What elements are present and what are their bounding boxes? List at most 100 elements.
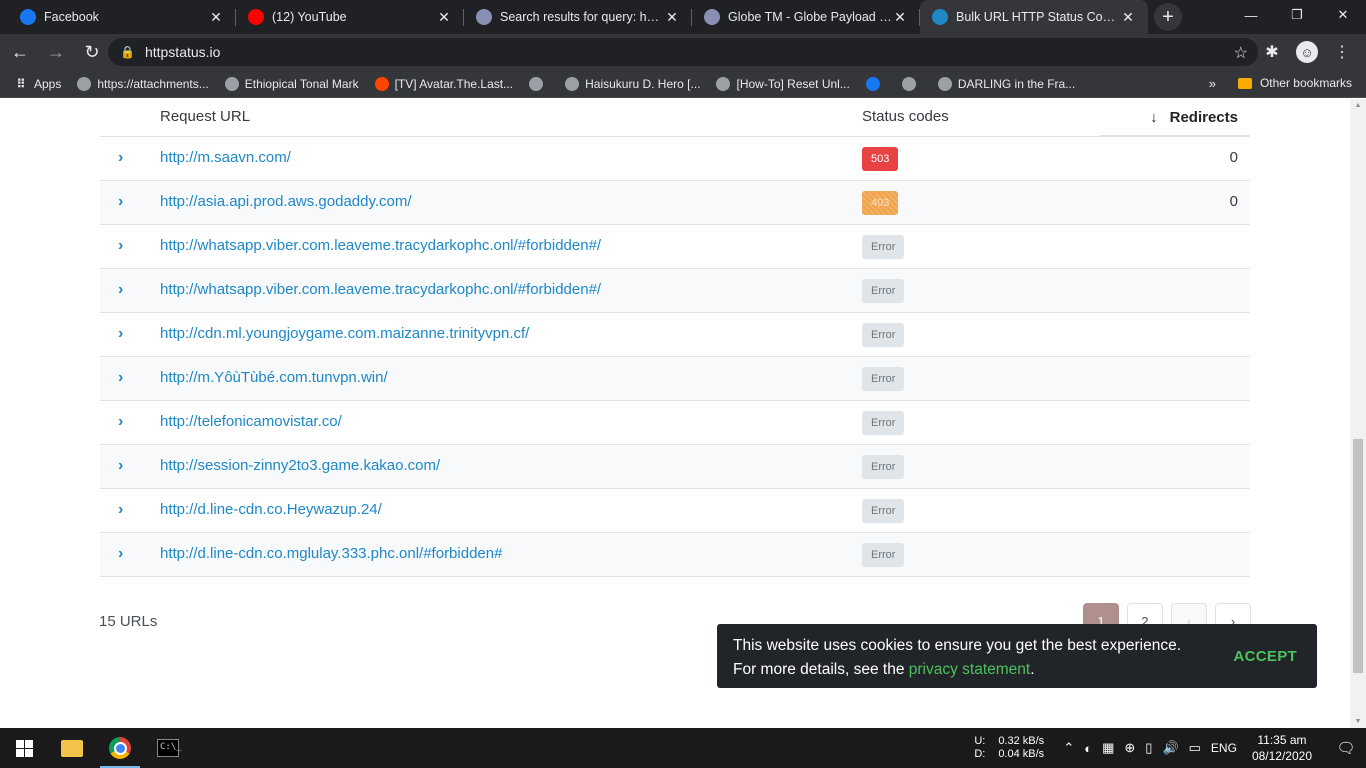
reload-button[interactable]: ↻ — [76, 36, 108, 68]
chevron-right-icon[interactable]: › — [118, 501, 123, 519]
browser-tab[interactable]: (12) YouTube ✕ — [236, 0, 464, 34]
extensions-icon[interactable]: ✱ — [1258, 38, 1286, 66]
notifications-icon[interactable]: 🗨 — [1326, 739, 1366, 757]
bookmark-item[interactable]: ⠿ Apps — [14, 77, 62, 91]
request-url-link[interactable]: http://m.YôùTùbé.com.tunvpn.win/ — [160, 369, 388, 386]
request-url-link[interactable]: http://whatsapp.viber.com.leaveme.tracyd… — [160, 237, 601, 254]
request-url-link[interactable]: http://m.saavn.com/ — [160, 149, 291, 166]
table-row[interactable]: › http://m.YôùTùbé.com.tunvpn.win/Error — [100, 357, 1250, 401]
bookmark-item[interactable]: [How-To] Reset Unl... — [716, 76, 850, 91]
header-redirects[interactable]: ↓ Redirects — [1100, 99, 1250, 137]
other-bookmarks[interactable]: Other bookmarks — [1237, 76, 1352, 90]
taskbar-file-explorer[interactable] — [48, 728, 96, 768]
windows-logo-icon — [15, 739, 33, 757]
close-tab-icon[interactable]: ✕ — [892, 9, 908, 26]
chevron-right-icon[interactable]: › — [118, 149, 123, 167]
browser-tab[interactable]: Facebook ✕ — [8, 0, 236, 34]
chevron-right-icon[interactable]: › — [118, 325, 123, 343]
bookmark-item[interactable]: DARLING in the Fra... — [937, 76, 1075, 91]
table-row[interactable]: › http://cdn.ml.youngjoygame.com.maizanne… — [100, 313, 1250, 357]
request-url-link[interactable]: http://asia.api.prod.aws.godaddy.com/ — [160, 193, 412, 210]
address-text: httpstatus.io — [144, 44, 221, 60]
chevron-right-icon[interactable]: › — [118, 457, 123, 475]
page-scrollbar[interactable]: ▲ ▼ — [1350, 99, 1366, 728]
chevron-right-icon[interactable]: › — [118, 281, 123, 299]
clock[interactable]: 11:35 am 08/12/2020 — [1252, 732, 1312, 764]
chevron-right-icon[interactable]: › — [118, 237, 123, 255]
status-badge: 503 — [862, 147, 899, 171]
clock-time: 11:35 am — [1257, 733, 1307, 747]
close-tab-icon[interactable]: ✕ — [1120, 9, 1136, 26]
scroll-down-icon[interactable]: ▼ — [1353, 718, 1363, 725]
header-request-url[interactable]: Request URL — [160, 108, 250, 125]
chevron-right-icon[interactable]: › — [118, 413, 123, 431]
table-row[interactable]: › http://d.line-cdn.co.mglulay.333.phc.on… — [100, 533, 1250, 577]
volume-icon[interactable]: 🔊 — [1162, 740, 1178, 756]
facebook-icon — [20, 9, 36, 25]
network-globe-icon[interactable]: ⊕ — [1124, 740, 1135, 756]
menu-icon[interactable]: ⋮ — [1328, 38, 1356, 66]
usb-icon[interactable]: ▯ — [1145, 740, 1152, 756]
back-button[interactable]: ← — [4, 36, 36, 68]
close-tab-icon[interactable]: ✕ — [436, 9, 452, 26]
table-row[interactable]: › http://session-zinny2to3.game.kakao.com… — [100, 445, 1250, 489]
close-window-button[interactable]: ✕ — [1320, 0, 1366, 30]
request-url-link[interactable]: http://d.line-cdn.co.Heywazup.24/ — [160, 501, 382, 518]
request-url-link[interactable]: http://whatsapp.viber.com.leaveme.tracyd… — [160, 281, 601, 298]
bookmark-item[interactable]: https://attachments... — [77, 76, 209, 91]
browser-tab[interactable]: Globe TM - Globe Payload [Ho ✕ — [692, 0, 920, 34]
new-tab-button[interactable]: + — [1154, 3, 1182, 31]
close-tab-icon[interactable]: ✕ — [208, 9, 224, 26]
terminal-icon: C:\_ — [157, 739, 182, 757]
power-icon[interactable]: ▭ — [1189, 740, 1201, 756]
bookmark-item[interactable] — [865, 76, 886, 91]
language-indicator[interactable]: ENG — [1211, 741, 1237, 755]
scroll-up-icon[interactable]: ▲ — [1353, 102, 1363, 109]
taskbar-chrome[interactable] — [96, 728, 144, 768]
status-badge: 403 — [862, 191, 899, 215]
anime-icon — [937, 76, 952, 91]
battery-grid-icon[interactable]: ▦ — [1102, 740, 1114, 756]
bookmark-item[interactable]: Ethiopical Tonal Mark — [224, 76, 359, 91]
download-speed: 0.04 kB/s — [998, 748, 1045, 760]
table-row[interactable]: › http://telefonicamovistar.co/Error — [100, 401, 1250, 445]
request-url-link[interactable]: http://d.line-cdn.co.mglulay.333.phc.onl… — [160, 545, 502, 562]
bookmark-item[interactable]: Haisukuru D. Hero [... — [565, 76, 700, 91]
profile-avatar-icon[interactable]: ☺ — [1296, 41, 1318, 63]
chevron-up-icon[interactable]: ⌃ — [1063, 740, 1074, 756]
request-url-link[interactable]: http://session-zinny2to3.game.kakao.com/ — [160, 457, 440, 474]
chevron-right-icon[interactable]: › — [118, 545, 123, 563]
table-row[interactable]: › http://whatsapp.viber.com.leaveme.tracy… — [100, 225, 1250, 269]
bookmarks-overflow-button[interactable]: » — [1209, 76, 1216, 91]
address-bar[interactable]: 🔒 httpstatus.io ☆ — [108, 38, 1258, 66]
other-bookmarks-label: Other bookmarks — [1259, 76, 1352, 90]
minimize-button[interactable]: — — [1228, 0, 1274, 30]
scrollbar-thumb[interactable] — [1353, 439, 1363, 673]
status-badge: Error — [862, 499, 905, 523]
upload-speed: 0.32 kB/s — [998, 735, 1045, 747]
chevron-right-icon[interactable]: › — [118, 193, 123, 211]
browser-tab[interactable]: Search results for query: hunt p ✕ — [464, 0, 692, 34]
privacy-statement-link[interactable]: privacy statement — [909, 661, 1030, 678]
upload-label: U: — [974, 735, 986, 747]
edge-icon[interactable]: ◐ — [1084, 741, 1092, 756]
request-url-link[interactable]: http://cdn.ml.youngjoygame.com.maizanne.… — [160, 325, 529, 342]
close-tab-icon[interactable]: ✕ — [664, 9, 680, 26]
bookmark-item[interactable]: [TV] Avatar.The.Last... — [374, 76, 513, 91]
table-row[interactable]: › http://whatsapp.viber.com.leaveme.tracy… — [100, 269, 1250, 313]
header-status-codes[interactable]: Status codes — [862, 108, 949, 125]
bookmark-item[interactable] — [529, 76, 549, 91]
start-button[interactable] — [0, 728, 48, 768]
bookmark-item[interactable] — [901, 76, 922, 91]
request-url-link[interactable]: http://telefonicamovistar.co/ — [160, 413, 342, 430]
chevron-right-icon[interactable]: › — [118, 369, 123, 387]
table-row[interactable]: › http://asia.api.prod.aws.godaddy.com/40… — [100, 181, 1250, 225]
accept-cookies-button[interactable]: ACCEPT — [1234, 645, 1297, 669]
maximize-button[interactable]: ❐ — [1274, 0, 1320, 30]
taskbar-terminal[interactable]: C:\_ — [144, 728, 192, 768]
table-row[interactable]: › http://d.line-cdn.co.Heywazup.24/Error — [100, 489, 1250, 533]
bookmark-star-icon[interactable]: ☆ — [1234, 43, 1248, 63]
browser-tab[interactable]: Bulk URL HTTP Status Code, He✕ — [920, 0, 1148, 34]
table-row[interactable]: › http://m.saavn.com/503 0 — [100, 137, 1250, 181]
forward-button[interactable]: → — [40, 36, 72, 68]
